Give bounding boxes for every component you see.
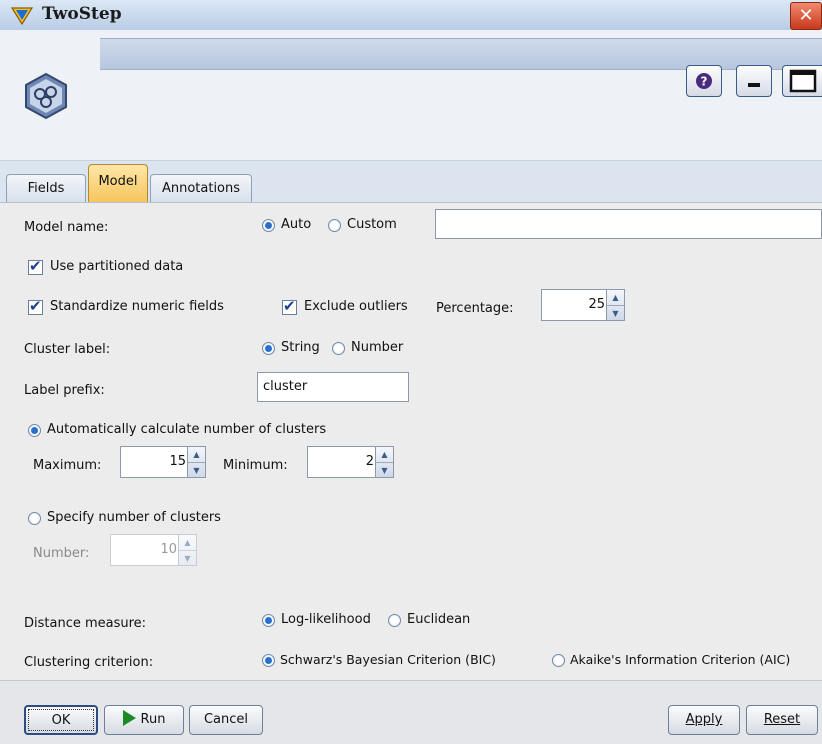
twostep-dialog: TwoStep ✕ ? Fields Model Annotations Mod… [0, 0, 822, 744]
label-prefix-input[interactable]: cluster [257, 372, 409, 402]
percentage-stepper[interactable]: 25 ▲ ▼ [541, 289, 625, 321]
specify-clusters-label: Specify number of clusters [47, 510, 221, 525]
number-stepper[interactable]: 10 ▲ ▼ [110, 534, 197, 566]
model-name-label: Model name: [24, 220, 109, 235]
maximum-label: Maximum: [33, 458, 102, 473]
standardize-label: Standardize numeric fields [50, 299, 224, 314]
tab-bar: Fields Model Annotations [0, 160, 822, 203]
auto-clusters-radio[interactable] [28, 424, 41, 437]
close-button[interactable]: ✕ [790, 2, 822, 30]
distance-euclidean-label: Euclidean [407, 612, 471, 627]
spin-down-icon[interactable]: ▼ [607, 306, 624, 321]
maximize-icon [789, 69, 817, 93]
distance-loglikelihood-radio[interactable] [262, 614, 275, 627]
auto-clusters-label: Automatically calculate number of cluste… [47, 422, 327, 437]
cluster-label-label: Cluster label: [24, 342, 111, 357]
model-name-input[interactable] [435, 209, 822, 239]
spin-up-icon[interactable]: ▲ [188, 447, 205, 463]
spin-up-icon[interactable]: ▲ [607, 290, 624, 306]
minimum-value: 2 [365, 454, 374, 469]
minimum-arrows[interactable]: ▲ ▼ [375, 447, 393, 477]
maximum-value: 15 [169, 454, 186, 469]
model-name-auto-label: Auto [281, 217, 312, 232]
percentage-label: Percentage: [436, 301, 514, 316]
close-icon: ✕ [798, 5, 814, 26]
tab-annotations[interactable]: Annotations [150, 174, 252, 203]
minimum-label: Minimum: [223, 458, 288, 473]
minimize-button[interactable] [736, 65, 772, 97]
number-arrows[interactable]: ▲ ▼ [178, 535, 196, 565]
criterion-bic-label: Schwarz's Bayesian Criterion (BIC) [280, 652, 496, 667]
criterion-aic-radio[interactable] [552, 654, 565, 667]
distance-loglikelihood-label: Log-likelihood [281, 612, 371, 627]
maximum-stepper[interactable]: 15 ▲ ▼ [120, 446, 206, 478]
model-name-custom-label: Custom [347, 217, 397, 232]
distance-measure-label: Distance measure: [24, 616, 147, 631]
exclude-outliers-checkbox[interactable] [282, 297, 297, 315]
percentage-arrows[interactable]: ▲ ▼ [606, 290, 624, 320]
twostep-node-icon [25, 72, 67, 120]
number-label: Number: [33, 546, 90, 561]
spin-down-icon[interactable]: ▼ [179, 551, 196, 566]
minimum-stepper[interactable]: 2 ▲ ▼ [307, 446, 394, 478]
label-prefix-label: Label prefix: [24, 383, 105, 398]
play-icon [122, 710, 136, 726]
run-button-label: Run [140, 712, 166, 727]
reset-button[interactable]: Reset [746, 705, 818, 735]
tab-model[interactable]: Model [88, 164, 148, 203]
maximize-button[interactable] [782, 65, 822, 97]
model-panel: Model name: Auto Custom Use partitioned … [0, 202, 822, 681]
standardize-checkbox[interactable] [28, 297, 43, 315]
title-bar: TwoStep ✕ [0, 0, 822, 31]
spin-up-icon[interactable]: ▲ [376, 447, 393, 463]
cluster-label-string-radio[interactable] [262, 342, 275, 355]
apply-button[interactable]: Apply [668, 705, 740, 735]
percentage-value: 25 [588, 297, 605, 312]
exclude-outliers-label: Exclude outliers [304, 299, 408, 314]
tab-fields[interactable]: Fields [6, 174, 86, 203]
apply-button-label: Apply [685, 712, 723, 727]
run-button[interactable]: Run [104, 705, 184, 735]
specify-clusters-radio[interactable] [28, 512, 41, 525]
dialog-footer: OK Run Cancel Apply Reset [0, 680, 822, 744]
distance-euclidean-radio[interactable] [388, 614, 401, 627]
cluster-label-number-label: Number [351, 340, 404, 355]
spin-down-icon[interactable]: ▼ [188, 463, 205, 478]
number-value: 10 [160, 542, 177, 557]
use-partitioned-checkbox[interactable] [28, 257, 43, 275]
reset-button-label: Reset [763, 712, 801, 727]
cluster-label-string-label: String [281, 340, 320, 355]
maximum-arrows[interactable]: ▲ ▼ [187, 447, 205, 477]
minimize-icon [748, 83, 760, 87]
clustering-criterion-label: Clustering criterion: [24, 655, 154, 670]
window-title: TwoStep [42, 4, 122, 24]
spin-down-icon[interactable]: ▼ [376, 463, 393, 478]
help-button[interactable]: ? [686, 65, 722, 97]
spin-up-icon[interactable]: ▲ [179, 535, 196, 551]
help-icon: ? [696, 73, 712, 89]
ok-button[interactable]: OK [24, 705, 98, 735]
cancel-button[interactable]: Cancel [189, 705, 263, 735]
model-name-custom-radio[interactable] [328, 219, 341, 232]
model-name-auto-radio[interactable] [262, 219, 275, 232]
svg-text:?: ? [701, 75, 708, 89]
criterion-bic-radio[interactable] [262, 654, 275, 667]
criterion-aic-label: Akaike's Information Criterion (AIC) [570, 652, 791, 667]
use-partitioned-label: Use partitioned data [50, 259, 184, 274]
cluster-label-number-radio[interactable] [332, 342, 345, 355]
app-icon [10, 7, 34, 25]
dialog-header: ? [0, 30, 822, 160]
